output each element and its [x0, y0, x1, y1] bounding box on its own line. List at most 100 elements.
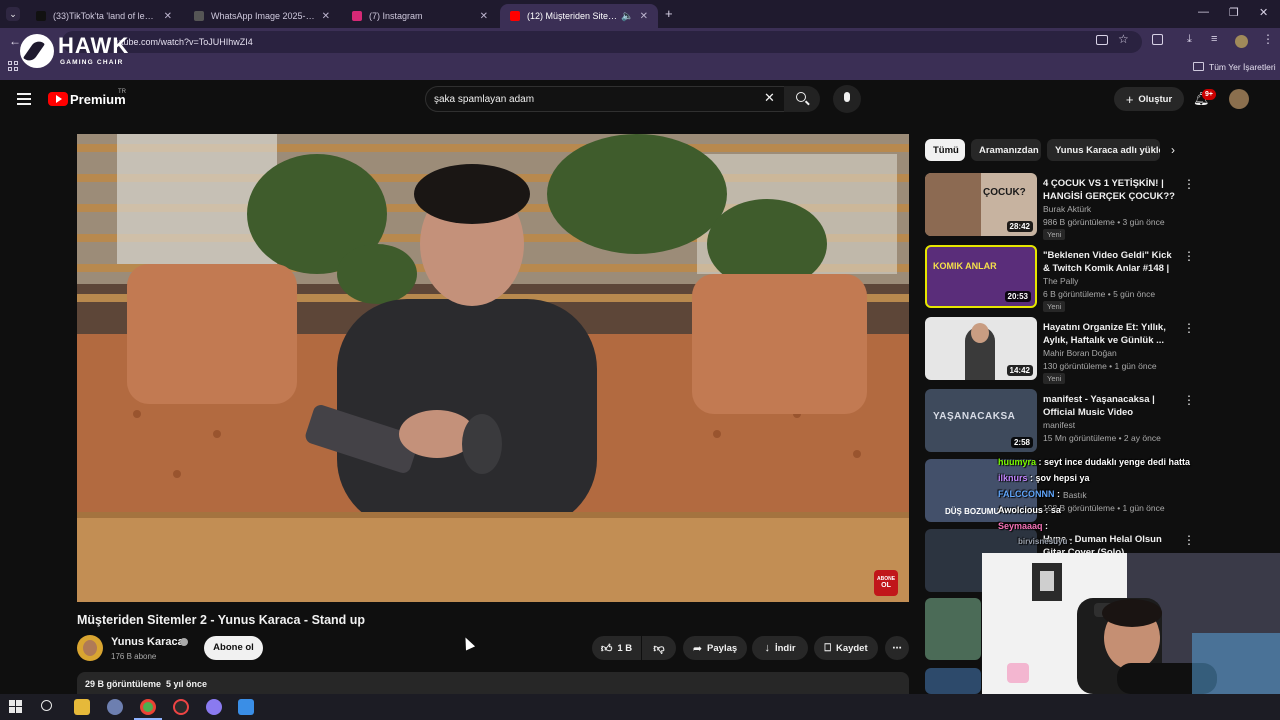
app-icon[interactable] — [238, 699, 254, 715]
share-button[interactable]: ➦ Paylaş — [683, 636, 747, 660]
more-vertical-icon[interactable]: ⋮ — [1183, 177, 1195, 191]
chip-all[interactable]: Tümü — [925, 139, 965, 161]
create-button[interactable]: + Oluştur — [1114, 87, 1184, 111]
close-icon[interactable]: ✕ — [164, 11, 172, 22]
voice-search-button[interactable] — [833, 85, 861, 113]
recommendation-item[interactable]: DÜŞ BOZUMU Bastık 198 B görüntüleme • 1 … — [925, 459, 1215, 525]
cast-icon[interactable] — [1096, 35, 1108, 45]
recommendation-channel: Bastık — [1063, 490, 1087, 500]
like-button[interactable]: 👍︎ 1 B — [592, 636, 641, 660]
hamburger-menu-icon[interactable] — [17, 93, 31, 105]
chrome-icon[interactable] — [140, 699, 156, 715]
close-icon[interactable]: ✕ — [480, 11, 488, 22]
window-close-icon[interactable]: ✕ — [1259, 6, 1268, 19]
more-actions-button[interactable]: ⋯ — [885, 636, 909, 660]
recommendation-channel: The Pally — [1043, 276, 1079, 286]
chip-channel-uploads[interactable]: Yunus Karaca adlı yükle — [1047, 139, 1160, 161]
video-thumbnail[interactable] — [925, 668, 981, 694]
subscribe-watermark[interactable]: ABONE OL — [874, 570, 898, 596]
extensions-icon[interactable] — [1152, 34, 1163, 45]
more-vertical-icon[interactable]: ⋮ — [1183, 393, 1195, 407]
image-icon — [194, 11, 204, 21]
all-bookmarks-link[interactable]: Tüm Yer İşaretleri — [1209, 62, 1276, 72]
video-player[interactable]: ABONE OL — [77, 134, 909, 602]
recommendation-channel: manifest — [1043, 420, 1076, 430]
video-thumbnail[interactable] — [925, 598, 981, 660]
tab-tiktok[interactable]: (33)TikTok'ta 'land of legends c ✕ — [26, 4, 182, 28]
chat-user: ilknurs — [998, 473, 1028, 483]
more-horizontal-icon: ⋯ — [892, 642, 902, 654]
hawk-logo-icon — [20, 34, 54, 68]
download-icon[interactable]: ⤓ — [1187, 33, 1192, 46]
bookmarks-bar: Tüm Yer İşaretleri — [0, 56, 1280, 80]
download-button[interactable]: ↓ İndir — [752, 636, 808, 660]
more-vertical-icon[interactable]: ⋮ — [1183, 321, 1195, 335]
app-icon[interactable] — [107, 699, 123, 715]
recommendation-item[interactable]: 14:42 Hayatını Organize Et: Yıllık, Aylı… — [925, 317, 1215, 384]
youtube-icon — [510, 11, 520, 21]
back-icon[interactable]: ← — [9, 34, 21, 48]
new-badge: Yeni — [1043, 373, 1066, 384]
search-input[interactable] — [434, 92, 754, 106]
clear-search-icon[interactable]: ✕ — [764, 90, 775, 106]
download-arrow-icon: ↓ — [764, 642, 770, 654]
channel-avatar[interactable] — [77, 635, 103, 661]
windows-start-icon[interactable] — [9, 700, 22, 713]
dislike-button[interactable]: 👎︎ — [642, 636, 676, 660]
video-thumbnail[interactable]: YAŞANACAKSA 2:58 — [925, 389, 1037, 452]
account-avatar[interactable] — [1229, 89, 1249, 109]
thumbs-up-icon: 👍︎ — [600, 642, 613, 655]
restore-icon[interactable]: ❐ — [1229, 6, 1239, 19]
recommendation-item[interactable]: KOMIK ANLAR 20:53 "Beklenen Video Geldi"… — [925, 245, 1215, 312]
search-box[interactable]: ✕ — [425, 86, 785, 112]
chip-from-search[interactable]: Aramanızdan — [971, 139, 1041, 161]
video-thumbnail[interactable]: KOMIK ANLAR 20:53 — [925, 245, 1037, 308]
video-frame — [77, 134, 909, 602]
share-arrow-icon: ➦ — [692, 642, 703, 655]
description-box[interactable]: 29 B görüntüleme 5 yıl önce — [77, 672, 909, 694]
recommendation-item[interactable]: ÇOCUK? 28:42 4 ÇOCUK VS 1 YETİŞKİN! | HA… — [925, 173, 1215, 240]
discord-icon[interactable] — [206, 699, 222, 715]
chevron-right-icon[interactable]: › — [1171, 143, 1175, 157]
search-button[interactable] — [784, 86, 820, 112]
save-button[interactable]: ⎕ Kaydet — [814, 636, 878, 660]
tiktok-icon — [36, 11, 46, 21]
speaker-icon[interactable]: 🔈 — [621, 11, 633, 22]
thumbs-down-icon: 👎︎ — [653, 642, 665, 655]
chat-message: FALCCONNN : — [998, 489, 1060, 499]
recommendation-meta: 6 B görüntüleme • 5 gün önce — [1043, 289, 1156, 299]
media-control-icon[interactable]: ≡ — [1211, 33, 1217, 45]
taskbar-search-icon[interactable] — [41, 700, 52, 711]
verified-icon — [180, 638, 188, 646]
chat-text: sa — [1050, 505, 1061, 515]
tab-search-icon[interactable]: ⌄ — [6, 7, 20, 21]
browser-menu-icon[interactable]: ⋮ — [1262, 32, 1274, 46]
tab-instagram[interactable]: (7) Instagram ✕ — [342, 4, 498, 28]
tab-whatsapp-image[interactable]: WhatsApp Image 2025-09-02 a ✕ — [184, 4, 340, 28]
new-badge: Yeni — [1043, 301, 1066, 312]
video-thumbnail[interactable]: ÇOCUK? 28:42 — [925, 173, 1037, 236]
channel-name[interactable]: Yunus Karaca — [111, 636, 184, 648]
file-explorer-icon[interactable] — [74, 699, 90, 715]
tab-youtube-active[interactable]: (12) Müşteriden Sitemler 2 🔈 ✕ — [500, 4, 658, 28]
close-icon[interactable]: ✕ — [322, 11, 330, 22]
browser-tab-strip: ⌄ (33)TikTok'ta 'land of legends c ✕ Wha… — [0, 0, 1280, 28]
chat-user: Seymaaaq — [998, 521, 1043, 531]
more-vertical-icon[interactable]: ⋮ — [1183, 533, 1195, 547]
minimize-icon[interactable]: — — [1198, 6, 1209, 18]
apps-grid-icon[interactable] — [8, 61, 18, 71]
more-vertical-icon[interactable]: ⋮ — [1183, 249, 1195, 263]
bookmark-star-icon[interactable]: ☆ — [1118, 32, 1129, 46]
subscribe-button[interactable]: Abone ol — [204, 636, 263, 660]
recommendation-item[interactable]: YAŞANACAKSA 2:58 manifest - Yaşanacaksa … — [925, 389, 1215, 455]
chat-message: huumyra : seyt ince dudaklı yenge dedi h… — [998, 457, 1191, 467]
close-icon[interactable]: ✕ — [640, 11, 648, 22]
profile-avatar[interactable] — [1235, 35, 1248, 48]
webcam-frame — [982, 553, 1280, 694]
recommendation-title: 4 ÇOCUK VS 1 YETİŞKİN! | HANGİSİ GERÇEK … — [1043, 178, 1175, 202]
obs-icon[interactable] — [173, 699, 189, 715]
video-thumbnail[interactable]: 14:42 — [925, 317, 1037, 380]
recommendation-title: Hayatını Organize Et: Yıllık, Aylık, Haf… — [1043, 322, 1166, 346]
new-tab-icon[interactable]: + — [665, 6, 673, 21]
youtube-logo-icon[interactable] — [48, 92, 68, 106]
